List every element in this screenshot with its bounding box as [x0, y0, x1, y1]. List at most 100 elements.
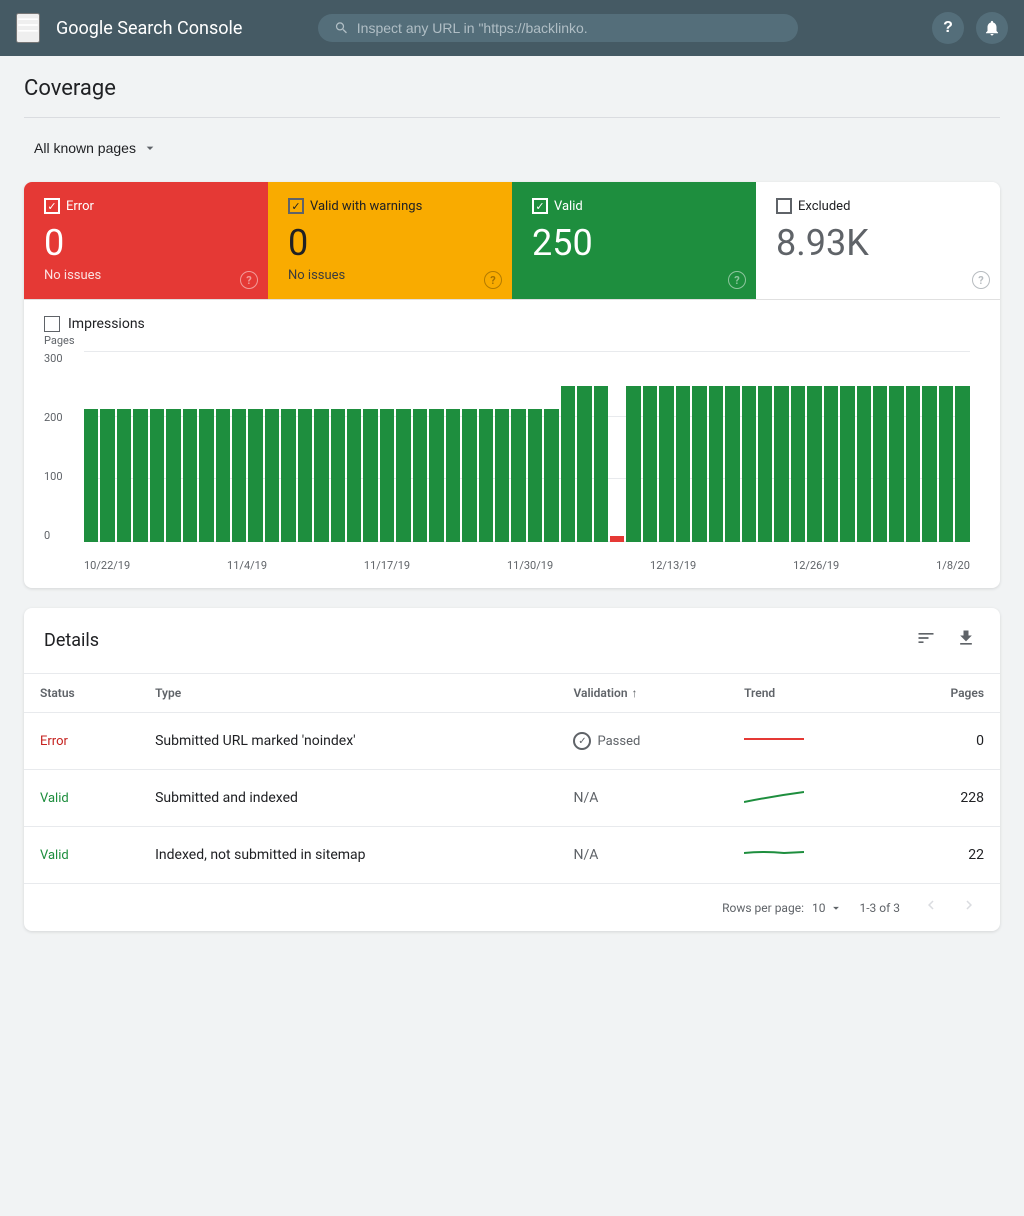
prev-page-button[interactable]: [916, 894, 946, 921]
chart-bar-5: [166, 409, 180, 542]
chart-bar-1: [100, 409, 114, 542]
warning-help-icon: ?: [484, 271, 502, 289]
x-label-2: 11/4/19: [227, 559, 267, 572]
chart-bar-44: [807, 386, 821, 542]
chart-bar-51: [922, 386, 936, 542]
chart-bar-8: [216, 409, 230, 542]
pagination-range: 1-3 of 3: [859, 901, 900, 915]
table-row[interactable]: ValidSubmitted and indexedN/A228: [24, 770, 1000, 827]
col-validation[interactable]: Validation ↑: [557, 674, 728, 713]
chart-bar-18: [380, 409, 394, 542]
header: Google Search Console ?: [0, 0, 1024, 56]
tile-valid[interactable]: ✓ Valid 250 ?: [512, 182, 756, 299]
chart-bar-27: [528, 409, 542, 542]
valid-help-icon: ?: [728, 271, 746, 289]
chart-bar-31: [594, 386, 608, 542]
chart-bar-4: [150, 409, 164, 542]
chart-bar-17: [363, 409, 377, 542]
tile-excluded[interactable]: Excluded 8.93K ?: [756, 182, 1000, 299]
error-subtitle: No issues: [44, 268, 248, 283]
error-help-icon: ?: [240, 271, 258, 289]
chart-container: Pages 0 100 200 300: [44, 352, 980, 572]
col-pages: Pages: [887, 674, 1000, 713]
row-validation-0: ✓ Passed: [557, 713, 728, 770]
sort-icon: ↑: [632, 686, 638, 700]
chart-bar-52: [939, 386, 953, 542]
chart-bar-16: [347, 409, 361, 542]
x-label-4: 11/30/19: [507, 559, 553, 572]
download-button[interactable]: [952, 624, 980, 657]
next-page-button[interactable]: [954, 894, 984, 921]
chart-bar-19: [396, 409, 410, 542]
table-header-row: Status Type Validation ↑ Trend Pages: [24, 674, 1000, 713]
chart-bar-26: [511, 409, 525, 542]
filter-dropdown[interactable]: All known pages: [24, 134, 168, 162]
chart-bar-47: [857, 386, 871, 542]
chart-bar-35: [659, 386, 673, 542]
row-validation-1: N/A: [557, 770, 728, 827]
col-status: Status: [24, 674, 139, 713]
row-pages-1: 228: [887, 770, 1000, 827]
filter-label: All known pages: [34, 140, 136, 156]
excluded-checkbox: [776, 198, 792, 214]
row-type-0: Submitted URL marked 'noindex': [139, 713, 557, 770]
tile-error[interactable]: ✓ Error 0 No issues ?: [24, 182, 268, 299]
y-label-300: 300: [44, 352, 79, 365]
rows-per-page-label: Rows per page:: [722, 901, 804, 915]
x-label-7: 1/8/20: [936, 559, 970, 572]
chart-bar-7: [199, 409, 213, 542]
chart-bar-53: [955, 386, 969, 542]
pagination-nav: [916, 894, 984, 921]
chart-bar-40: [742, 386, 756, 542]
chart-bar-21: [429, 409, 443, 542]
status-tiles: ✓ Error 0 No issues ? ✓ Valid with warni…: [24, 182, 1000, 300]
rows-per-page-select[interactable]: 10: [812, 901, 844, 915]
row-type-2: Indexed, not submitted in sitemap: [139, 827, 557, 884]
excluded-help-icon: ?: [972, 271, 990, 289]
row-trend-0: [728, 713, 887, 770]
row-status-1: Valid: [40, 791, 69, 806]
notification-button[interactable]: [976, 12, 1008, 44]
filter-button[interactable]: [912, 624, 940, 657]
search-input[interactable]: [357, 20, 782, 36]
x-label-3: 11/17/19: [364, 559, 410, 572]
chart-bar-39: [725, 386, 739, 542]
help-button[interactable]: ?: [932, 12, 964, 44]
menu-icon[interactable]: [16, 13, 40, 43]
error-count: 0: [44, 222, 248, 264]
chart-bar-24: [479, 409, 493, 542]
details-card: Details Status Type: [24, 608, 1000, 931]
warning-label: Valid with warnings: [310, 199, 422, 214]
chart-bar-48: [873, 386, 887, 542]
table-body: ErrorSubmitted URL marked 'noindex'✓ Pas…: [24, 713, 1000, 884]
header-icons: ?: [932, 12, 1008, 44]
y-label-200: 200: [44, 411, 79, 424]
chart-bar-10: [248, 409, 262, 542]
col-trend: Trend: [728, 674, 887, 713]
y-label-0: 0: [44, 529, 79, 542]
table-row[interactable]: ValidIndexed, not submitted in sitemapN/…: [24, 827, 1000, 884]
chart-bar-46: [840, 386, 854, 542]
chart-legend: Impressions: [44, 316, 980, 332]
chart-bar-50: [906, 386, 920, 542]
y-axis-label: Pages: [44, 334, 75, 347]
error-checkbox: ✓: [44, 198, 60, 214]
chevron-down-icon: [142, 140, 158, 156]
chart-bar-12: [281, 409, 295, 542]
chart-bar-42: [774, 386, 788, 542]
chart-bar-23: [462, 409, 476, 542]
chart-bar-14: [314, 409, 328, 542]
impressions-checkbox[interactable]: [44, 316, 60, 332]
chart-bar-32: [610, 536, 624, 542]
chart-bar-37: [692, 386, 706, 542]
search-bar[interactable]: [318, 14, 798, 42]
tile-warning[interactable]: ✓ Valid with warnings 0 No issues ?: [268, 182, 512, 299]
chart-bar-13: [298, 409, 312, 542]
chart-bar-15: [331, 409, 345, 542]
valid-count: 250: [532, 222, 736, 264]
x-axis-labels: 10/22/19 11/4/19 11/17/19 11/30/19 12/13…: [84, 544, 970, 572]
tile-valid-header: ✓ Valid: [532, 198, 736, 214]
details-actions: [912, 624, 980, 657]
table-row[interactable]: ErrorSubmitted URL marked 'noindex'✓ Pas…: [24, 713, 1000, 770]
details-table: Status Type Validation ↑ Trend Pages Err…: [24, 674, 1000, 883]
